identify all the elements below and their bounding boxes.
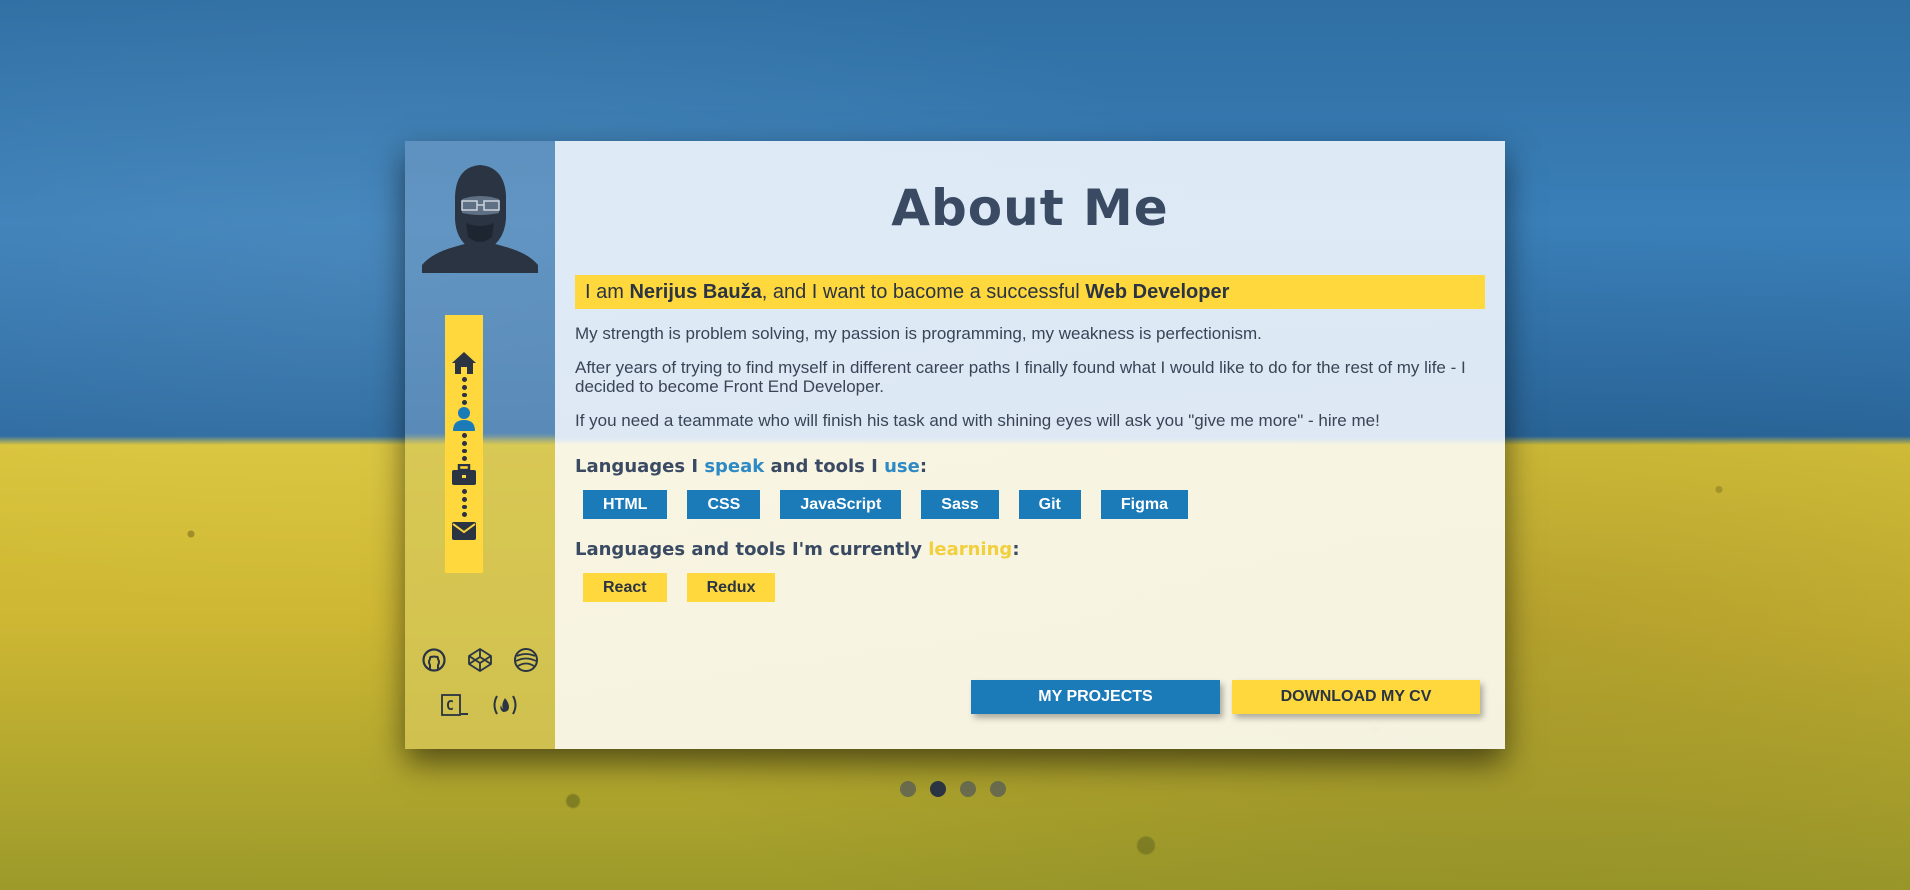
- known-heading-part1: Languages I: [575, 456, 705, 477]
- codecademy-icon[interactable]: C: [441, 691, 469, 719]
- sidebar: C: [405, 141, 555, 749]
- home-icon[interactable]: [450, 349, 478, 377]
- nav-connector: [461, 489, 467, 517]
- social-links-row: [405, 646, 555, 674]
- download-cv-button[interactable]: DOWNLOAD MY CV: [1232, 680, 1480, 714]
- pagination-dot[interactable]: [900, 781, 916, 797]
- nav-connector: [461, 433, 467, 461]
- headline-prefix: I am: [585, 280, 630, 303]
- codepen-icon[interactable]: [466, 646, 494, 674]
- skill-tag: JavaScript: [780, 490, 902, 519]
- action-buttons: MY PROJECTS DOWNLOAD MY CV: [971, 680, 1480, 714]
- headline-role: Web Developer: [1085, 280, 1230, 303]
- skill-tag: HTML: [583, 490, 668, 519]
- pagination-dot[interactable]: [960, 781, 976, 797]
- skill-tag: Sass: [921, 490, 999, 519]
- avatar-portrait: [422, 165, 538, 273]
- envelope-icon[interactable]: [450, 517, 478, 545]
- known-heading-part2: and tools I: [764, 456, 885, 477]
- headline-middle: , and I want to bacome a successful: [761, 280, 1086, 303]
- pagination-dot[interactable]: [990, 781, 1006, 797]
- about-content: About Me I am Nerijus Bauža, and I want …: [555, 141, 1505, 749]
- learning-skills-list: React Redux: [575, 573, 1485, 602]
- codewars-icon[interactable]: [512, 646, 540, 674]
- svg-text:C: C: [446, 699, 454, 714]
- learning-tag: Redux: [686, 573, 776, 602]
- headline-name: Nerijus Bauža: [629, 280, 762, 303]
- learning-heading-colon: :: [1012, 539, 1020, 560]
- freecodecamp-icon[interactable]: [491, 691, 519, 719]
- learning-heading-learning: learning: [928, 539, 1013, 560]
- known-heading-use: use: [884, 456, 920, 477]
- learning-heading-part1: Languages and tools I'm currently: [575, 539, 929, 560]
- known-heading-colon: :: [919, 456, 928, 477]
- known-skills-list: HTML CSS JavaScript Sass Git Figma: [575, 490, 1485, 519]
- skill-tag: Figma: [1100, 490, 1188, 519]
- side-navigation: [445, 315, 483, 573]
- known-heading-speak: speak: [704, 456, 765, 477]
- social-links-row: C: [405, 691, 555, 719]
- github-icon[interactable]: [420, 646, 448, 674]
- nav-connector: [461, 377, 467, 405]
- skill-tag: Git: [1018, 490, 1081, 519]
- paragraph-career: After years of trying to find myself in …: [575, 358, 1466, 396]
- about-card: C About Me I am Nerijus Bauža, and I wan…: [405, 141, 1505, 749]
- intro-headline: I am Nerijus Bauža, and I want to bacome…: [575, 275, 1485, 309]
- skill-tag: CSS: [687, 490, 761, 519]
- learning-skills-heading: Languages and tools I'm currently learni…: [575, 539, 1485, 560]
- paragraph-hire: If you need a teammate who will finish h…: [575, 411, 1380, 430]
- paragraph-strength: My strength is problem solving, my passi…: [575, 324, 1262, 343]
- my-projects-button[interactable]: MY PROJECTS: [971, 680, 1220, 714]
- page-pagination: [900, 781, 1006, 797]
- learning-tag: React: [583, 573, 667, 602]
- page-title: About Me: [891, 179, 1169, 237]
- pagination-dot-active[interactable]: [930, 781, 946, 797]
- known-skills-heading: Languages I speak and tools I use:: [575, 456, 1485, 477]
- user-icon[interactable]: [450, 405, 478, 433]
- briefcase-icon[interactable]: [450, 461, 478, 489]
